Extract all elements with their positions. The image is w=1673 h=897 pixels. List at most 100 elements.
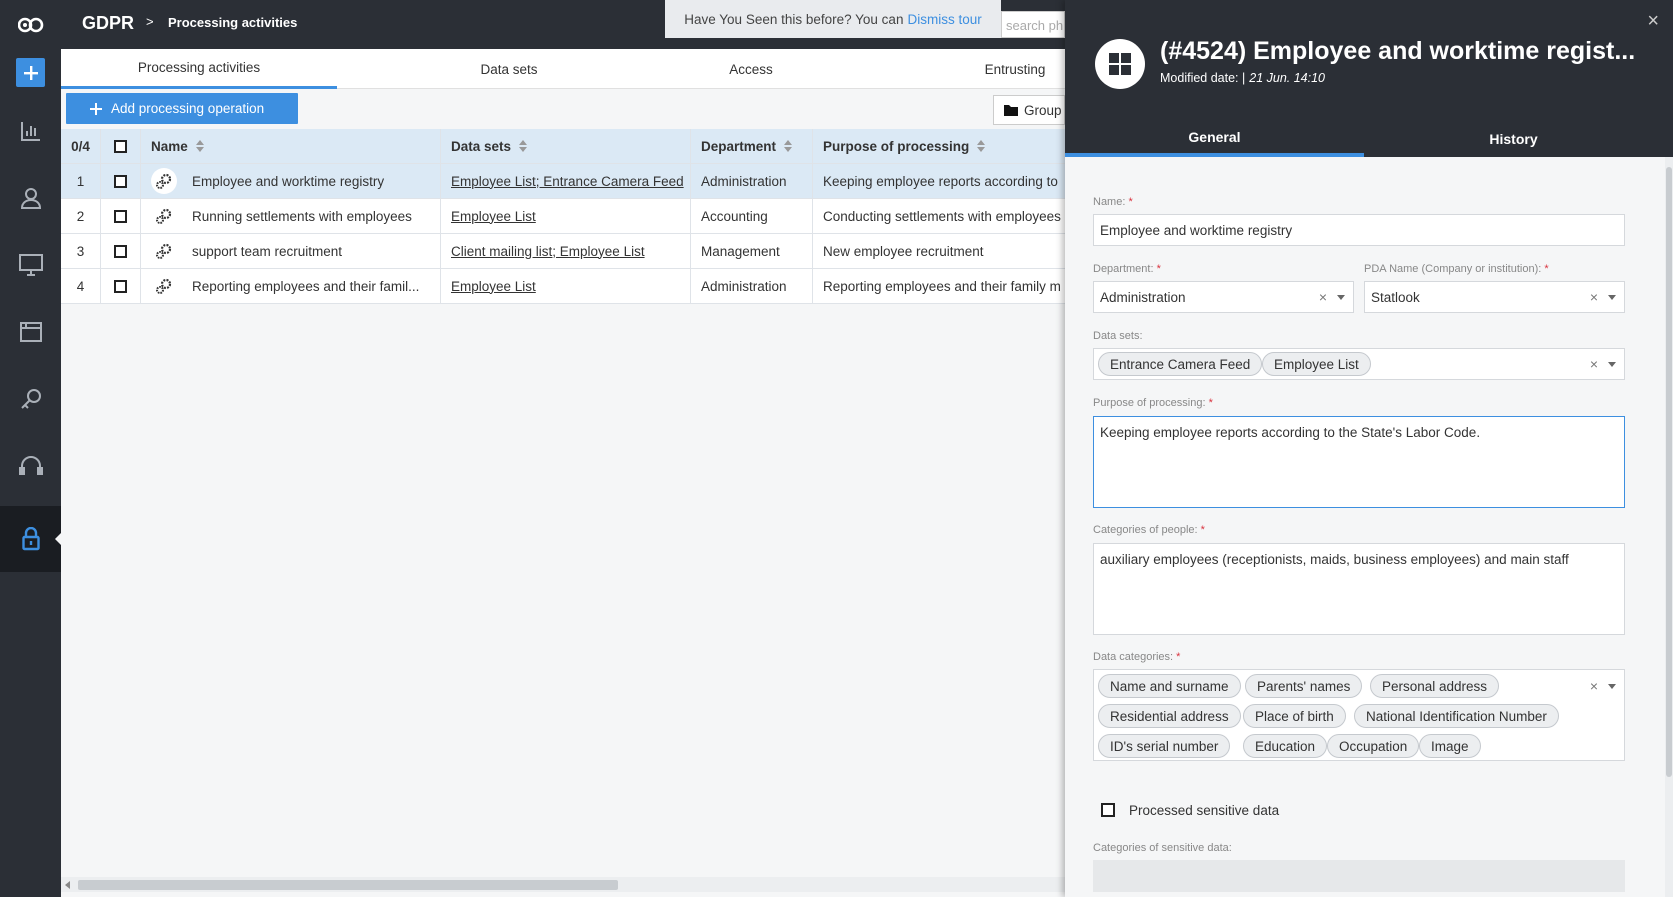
department-label: Department: *: [1093, 263, 1161, 275]
sort-icon[interactable]: [784, 140, 793, 152]
select-all-checkbox[interactable]: [101, 129, 141, 163]
row-name-cell[interactable]: Employee and worktime registry: [141, 164, 441, 198]
sort-icon[interactable]: [519, 140, 528, 152]
chevron-down-icon[interactable]: [1608, 361, 1616, 367]
plus-icon: [90, 102, 102, 115]
data-category-tag[interactable]: Occupation: [1327, 734, 1420, 758]
clear-icon[interactable]: ×: [1319, 289, 1327, 305]
people-categories-label: Categories of people: *: [1093, 524, 1205, 536]
search-input[interactable]: search phrase: [1001, 11, 1065, 38]
tab-data-sets[interactable]: Data sets: [419, 49, 599, 89]
row-count: 0/4: [61, 129, 101, 163]
department-select[interactable]: Administration ×: [1093, 281, 1354, 313]
scrollbar-thumb[interactable]: [78, 880, 618, 890]
people-categories-textarea[interactable]: auxiliary employees (receptionists, maid…: [1093, 543, 1625, 635]
row-checkbox[interactable]: [101, 234, 141, 268]
data-category-tag[interactable]: Education: [1243, 734, 1328, 758]
dataset-tag[interactable]: Entrance Camera Feed: [1098, 352, 1263, 376]
purpose-label: Purpose of processing: *: [1093, 397, 1213, 409]
folder-icon: [1004, 105, 1018, 116]
grid-icon: [1095, 39, 1145, 89]
tour-text: Have You Seen this before? You can: [684, 11, 904, 27]
name-field[interactable]: Employee and worktime registry: [1093, 214, 1625, 246]
data-category-tag[interactable]: National Identification Number: [1354, 704, 1559, 728]
panel-header: (#4524) Employee and worktime regist... …: [1065, 0, 1673, 157]
table-row[interactable]: 3 support team recruitment Client mailin…: [61, 234, 1065, 269]
purpose-textarea[interactable]: Keeping employee reports according to th…: [1093, 416, 1625, 508]
column-header-datasets[interactable]: Data sets: [441, 129, 691, 163]
datasets-label: Data sets:: [1093, 330, 1143, 342]
tour-banner: Have You Seen this before? You can Dismi…: [665, 0, 1001, 38]
tab-processing-activities[interactable]: Processing activities: [61, 49, 337, 89]
column-header-name-label: Name: [151, 138, 188, 154]
group-button[interactable]: Group: [993, 95, 1065, 125]
breadcrumb-separator: >: [146, 14, 154, 29]
dismiss-tour-link[interactable]: Dismiss tour: [907, 12, 981, 27]
reports-icon[interactable]: [0, 98, 61, 164]
row-department: Management: [691, 234, 813, 268]
modified-date: Modified date: | 21 Jun. 14:10: [1160, 71, 1325, 85]
table-row[interactable]: 4 Reporting employees and their famil...…: [61, 269, 1065, 304]
key-icon[interactable]: [0, 366, 61, 432]
data-category-tag[interactable]: Personal address: [1370, 674, 1500, 698]
column-header-department[interactable]: Department: [691, 129, 813, 163]
horizontal-scrollbar[interactable]: [61, 877, 1065, 892]
sort-icon[interactable]: [195, 140, 204, 152]
pda-name-select[interactable]: Statlook ×: [1364, 281, 1625, 313]
app-logo-icon[interactable]: [0, 0, 61, 49]
sort-icon[interactable]: [977, 140, 986, 152]
datasets-link[interactable]: Employee List: [451, 279, 536, 294]
row-checkbox[interactable]: [101, 164, 141, 198]
scroll-left-icon[interactable]: [65, 881, 70, 889]
row-checkbox[interactable]: [101, 269, 141, 303]
datasets-link[interactable]: Client mailing list; Employee List: [451, 244, 645, 259]
row-name-cell[interactable]: Reporting employees and their famil...: [141, 269, 441, 303]
chevron-down-icon[interactable]: [1337, 294, 1345, 300]
table-row[interactable]: 1 Employee and worktime registry Employe…: [61, 164, 1065, 199]
data-category-tag[interactable]: Name and surname: [1098, 674, 1241, 698]
clear-icon[interactable]: ×: [1590, 356, 1598, 372]
column-header-purpose[interactable]: Purpose of processing: [813, 129, 1065, 163]
close-icon[interactable]: ×: [1647, 10, 1659, 33]
tab-entrusting[interactable]: Entrusting: [965, 49, 1065, 89]
data-category-tag[interactable]: Image: [1419, 734, 1481, 758]
chevron-down-icon[interactable]: [1608, 294, 1616, 300]
window-icon[interactable]: [0, 299, 61, 365]
user-icon[interactable]: [0, 165, 61, 231]
add-processing-operation-label: Add processing operation: [111, 101, 265, 116]
data-category-tag[interactable]: Parents' names: [1245, 674, 1363, 698]
add-processing-operation-button[interactable]: Add processing operation: [66, 93, 298, 124]
dataset-tag[interactable]: Employee List: [1262, 352, 1371, 376]
row-purpose: Keeping employee reports according to: [823, 173, 1058, 189]
column-header-name[interactable]: Name: [141, 129, 441, 163]
datasets-link[interactable]: Employee List; Entrance Camera Feed: [451, 174, 684, 189]
row-name-cell[interactable]: support team recruitment: [141, 234, 441, 268]
modified-date-label: Modified date: |: [1160, 71, 1246, 85]
tab-general[interactable]: General: [1065, 120, 1364, 157]
tab-access[interactable]: Access: [691, 49, 811, 89]
sensitive-data-checkbox[interactable]: [1101, 803, 1115, 817]
row-checkbox[interactable]: [101, 199, 141, 233]
gears-icon: [151, 273, 177, 299]
row-index: 4: [61, 269, 101, 303]
clear-icon[interactable]: ×: [1590, 289, 1598, 305]
tab-history[interactable]: History: [1364, 120, 1663, 157]
monitor-icon[interactable]: [0, 232, 61, 298]
headset-icon[interactable]: [0, 433, 61, 499]
lock-icon[interactable]: [0, 506, 61, 572]
data-category-tag[interactable]: Residential address: [1098, 704, 1241, 728]
clear-icon[interactable]: ×: [1590, 678, 1598, 694]
app-name[interactable]: GDPR: [82, 13, 134, 34]
panel-vertical-scrollbar[interactable]: [1665, 157, 1673, 897]
top-bar: GDPR > Processing activities Have You Se…: [61, 0, 1065, 49]
row-name-cell[interactable]: Running settlements with employees: [141, 199, 441, 233]
chevron-down-icon[interactable]: [1608, 683, 1616, 689]
modified-date-value: 21 Jun. 14:10: [1249, 71, 1326, 85]
main-tabs: Processing activities Data sets Access E…: [61, 49, 1065, 89]
data-category-tag[interactable]: Place of birth: [1243, 704, 1346, 728]
data-category-tag[interactable]: ID's serial number: [1098, 734, 1231, 758]
datasets-link[interactable]: Employee List: [451, 209, 536, 224]
table-row[interactable]: 2 Running settlements with employees Emp…: [61, 199, 1065, 234]
scrollbar-thumb[interactable]: [1666, 167, 1672, 777]
add-icon[interactable]: [16, 58, 45, 87]
